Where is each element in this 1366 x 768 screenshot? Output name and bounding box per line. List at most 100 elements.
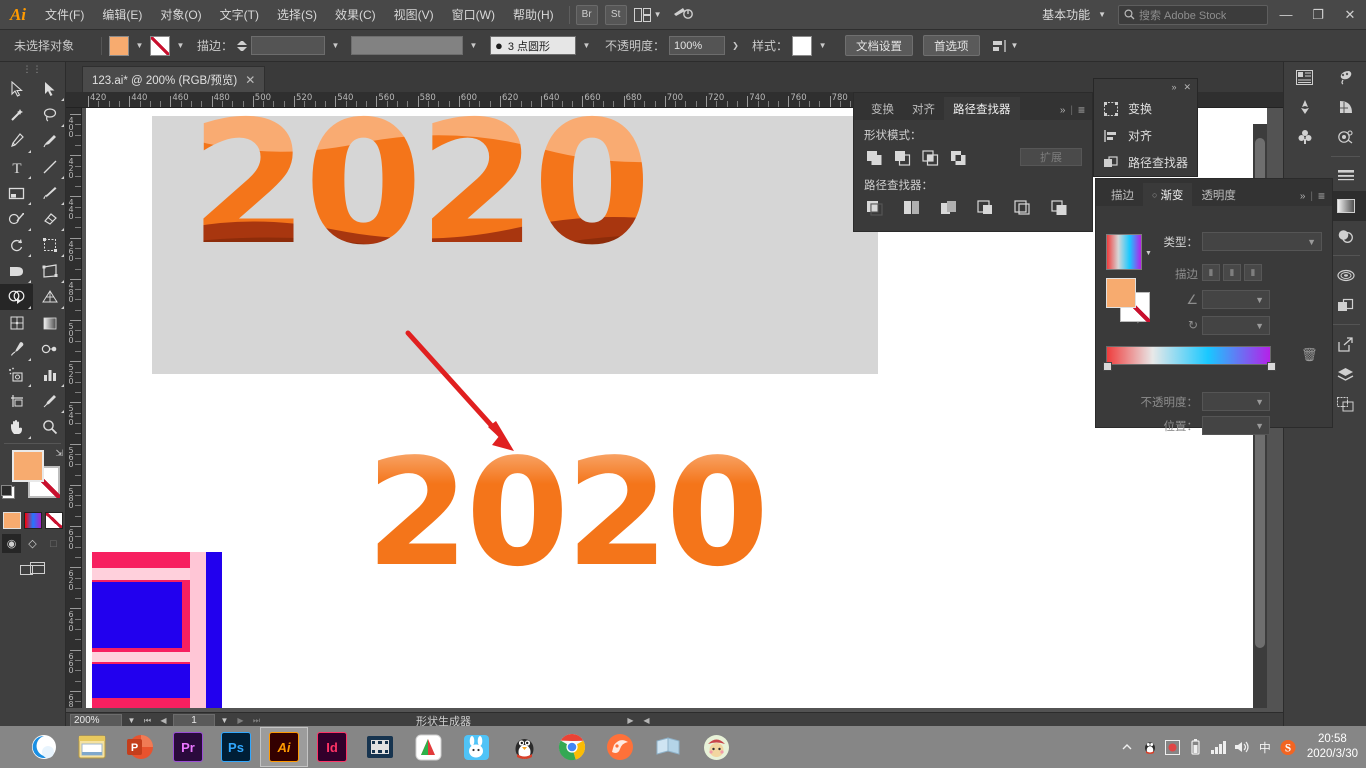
dock-symbols-icon[interactable] xyxy=(1284,122,1325,152)
style-swatch[interactable] xyxy=(792,35,813,56)
opacity-expand-icon[interactable]: ❯ xyxy=(729,37,742,55)
gradient-thumb-chevron-down-icon[interactable]: ▼ xyxy=(1145,250,1152,257)
tray-battery-icon[interactable] xyxy=(1188,738,1204,756)
menu-object[interactable]: 对象(O) xyxy=(151,0,210,30)
last-artboard-button[interactable]: ⏭ xyxy=(250,716,263,726)
free-transform-tool[interactable] xyxy=(33,258,66,284)
taskbar-design-app[interactable] xyxy=(404,727,452,767)
arrange-documents-button[interactable]: ▼ xyxy=(633,7,662,22)
swap-fill-stroke-icon[interactable]: ⇲ xyxy=(55,448,63,459)
dock-libraries-icon[interactable] xyxy=(1284,62,1325,92)
gradient-tool[interactable] xyxy=(33,310,66,336)
menu-file[interactable]: 文件(F) xyxy=(36,0,93,30)
shape-builder-tool[interactable] xyxy=(0,284,33,310)
style-chevron-down-icon[interactable]: ▼ xyxy=(816,37,829,55)
stock-button[interactable]: St xyxy=(604,4,627,25)
close-icon[interactable]: ✕ xyxy=(245,73,255,87)
trash-icon[interactable]: 🗑 xyxy=(1301,347,1318,363)
stroke-across-button[interactable]: ▮ xyxy=(1244,264,1262,281)
workspace-chevron-down-icon[interactable]: ▼ xyxy=(1098,10,1106,19)
taskbar-illustrator[interactable]: Ai xyxy=(260,727,308,767)
taskbar-indesign[interactable]: Id xyxy=(308,727,356,767)
eyedropper-tool[interactable] xyxy=(0,336,33,362)
taskbar-rabbit-app[interactable] xyxy=(452,727,500,767)
collapse-icon[interactable]: » xyxy=(1060,105,1066,116)
taskbar-clock[interactable]: 20:58 2020/3/30 xyxy=(1303,732,1358,762)
gradient-slider[interactable] xyxy=(1103,346,1276,371)
stroke-swatch-button[interactable] xyxy=(150,35,170,56)
stroke-weight-chevron-down-icon[interactable]: ▼ xyxy=(329,37,342,55)
gradient-location-field[interactable]: ▼ xyxy=(1202,416,1270,435)
gradient-type-select[interactable]: ▼ xyxy=(1202,232,1322,251)
pathfinder-panel[interactable]: 变换 对齐 路径查找器 » | ≡ 形状模式： 扩展 路径查找器： xyxy=(853,92,1093,232)
taskbar-photoshop[interactable]: Ps xyxy=(212,727,260,767)
status-next-icon[interactable]: ▶ xyxy=(624,716,637,725)
menu-window[interactable]: 窗口(W) xyxy=(443,0,504,30)
brush-definition-chevron-down-icon[interactable]: ▼ xyxy=(580,37,593,55)
stroke-weight-field[interactable] xyxy=(251,36,326,55)
menu-effect[interactable]: 效果(C) xyxy=(326,0,385,30)
dock-swatches-icon[interactable] xyxy=(1325,92,1366,122)
tray-show-hidden-icon[interactable] xyxy=(1119,738,1135,756)
color-mode-button[interactable] xyxy=(2,512,21,529)
direct-selection-tool[interactable] xyxy=(33,76,66,102)
tray-sogou-icon[interactable]: S xyxy=(1280,738,1296,756)
gradient-fill-swatch[interactable] xyxy=(1106,278,1136,308)
dock-color-guide-icon[interactable] xyxy=(1284,92,1325,122)
home-button[interactable] xyxy=(672,5,694,24)
collapse-icon[interactable]: » xyxy=(1171,82,1176,92)
gradient-aspect-field[interactable]: ▼ xyxy=(1202,316,1270,335)
gradient-mode-button[interactable] xyxy=(23,512,42,529)
taskbar-game[interactable] xyxy=(692,727,740,767)
paintbrush-tool[interactable] xyxy=(33,180,66,206)
draw-normal-button[interactable]: ◉ xyxy=(2,534,21,553)
perspective-grid-tool[interactable] xyxy=(33,284,66,310)
screen-mode-button[interactable] xyxy=(0,561,65,578)
tab-stroke[interactable]: 描边 xyxy=(1102,183,1143,206)
rectangle-tool[interactable] xyxy=(0,180,33,206)
toolbox-grip[interactable]: ⋮⋮ xyxy=(0,62,65,76)
artwork-top-2020[interactable]: 2020 xyxy=(186,110,836,270)
fill-chevron-down-icon[interactable]: ▼ xyxy=(133,37,146,55)
dock-brushes-icon[interactable] xyxy=(1325,62,1366,92)
tab-transform[interactable]: 变换 xyxy=(862,97,903,120)
dock-graphic-styles-icon[interactable] xyxy=(1325,122,1366,152)
type-tool[interactable]: T xyxy=(0,154,33,180)
merge-button[interactable] xyxy=(938,198,958,218)
flyout-align[interactable]: 对齐 xyxy=(1094,122,1197,149)
artwork-color-blocks[interactable] xyxy=(92,552,222,708)
gradient-preview-thumbnail[interactable] xyxy=(1106,234,1142,270)
tray-ime-icon[interactable]: 中 xyxy=(1257,738,1273,756)
rotate-tool[interactable] xyxy=(0,232,33,258)
toolbox-fill-swatch[interactable] xyxy=(12,450,44,482)
trim-button[interactable] xyxy=(901,198,921,218)
mesh-tool[interactable] xyxy=(0,310,33,336)
magic-wand-tool[interactable] xyxy=(0,102,33,128)
taskbar-chrome[interactable] xyxy=(548,727,596,767)
artboard-tool[interactable] xyxy=(0,388,33,414)
preferences-button[interactable]: 首选项 xyxy=(923,35,980,56)
minus-front-button[interactable] xyxy=(892,148,912,168)
collapse-icon[interactable]: » xyxy=(1300,191,1306,202)
panel-menu-icon[interactable]: ≡ xyxy=(1078,103,1085,117)
first-artboard-button[interactable]: ⏮ xyxy=(141,716,154,726)
window-restore-button[interactable]: ❐ xyxy=(1304,0,1332,30)
close-icon[interactable]: ✕ xyxy=(1183,82,1191,93)
curvature-tool[interactable] xyxy=(33,128,66,154)
slice-tool[interactable] xyxy=(33,388,66,414)
stroke-chevron-down-icon[interactable]: ▼ xyxy=(174,37,187,55)
bridge-button[interactable]: Br xyxy=(575,4,598,25)
divide-button[interactable] xyxy=(864,198,884,218)
lasso-tool[interactable] xyxy=(33,102,66,128)
taskbar-firefox[interactable] xyxy=(596,727,644,767)
crop-button[interactable] xyxy=(975,198,995,218)
expand-button[interactable]: 扩展 xyxy=(1020,148,1082,166)
taskbar-qq[interactable] xyxy=(500,727,548,767)
blend-tool[interactable] xyxy=(33,336,66,362)
taskbar-notes[interactable] xyxy=(644,727,692,767)
next-artboard-button[interactable]: ▶ xyxy=(234,716,247,725)
scale-tool[interactable] xyxy=(33,232,66,258)
document-setup-button[interactable]: 文档设置 xyxy=(845,35,914,56)
outline-button[interactable] xyxy=(1012,198,1032,218)
panel-menu-icon[interactable]: ≡ xyxy=(1318,189,1325,203)
